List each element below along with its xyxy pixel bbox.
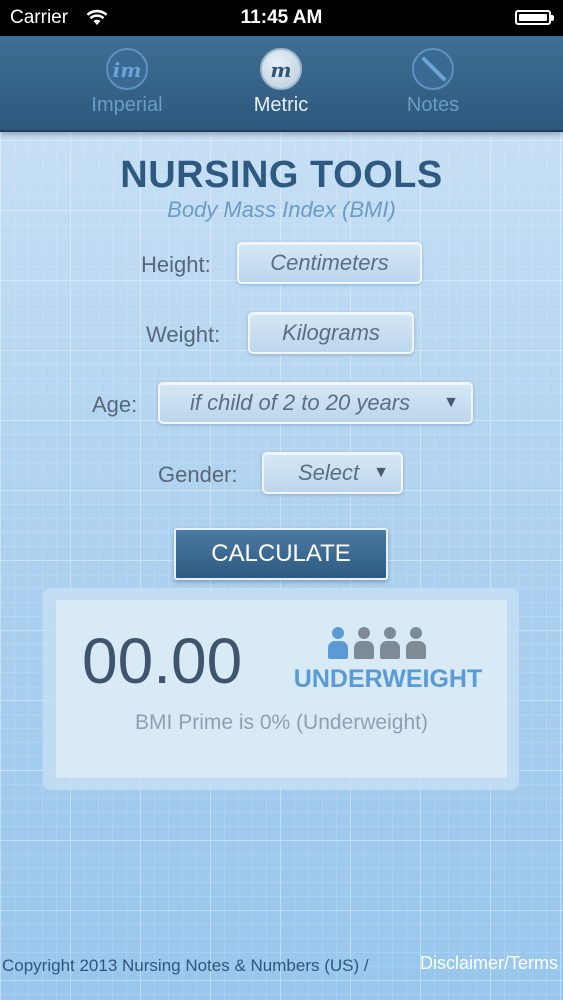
bmi-prime-text: BMI Prime is 0% (Underweight) (135, 711, 428, 734)
weight-category-icon (328, 627, 438, 663)
person-icon (354, 627, 374, 659)
copyright-text: Copyright 2013 Nursing Notes & Numbers (… (2, 956, 369, 975)
page-subtitle: Body Mass Index (BMI) (167, 197, 396, 222)
clock: 11:45 AM (240, 7, 323, 28)
category-label: UNDERWEIGHT (293, 665, 483, 693)
person-icon (380, 627, 400, 659)
tab-metric[interactable]: m Metric (221, 48, 341, 117)
age-select[interactable]: if child of 2 to 20 years ▼ (158, 382, 473, 424)
weight-label: Weight: (146, 322, 221, 347)
chevron-down-icon: ▼ (443, 394, 459, 411)
metric-glyph: m (270, 58, 292, 82)
gender-select[interactable]: Select ▼ (262, 452, 403, 494)
height-label: Height: (141, 252, 211, 277)
tab-bar: im Imperial m Metric Notes (0, 36, 563, 132)
tab-notes[interactable]: Notes (373, 48, 493, 117)
height-field[interactable]: Centimeters (237, 242, 422, 284)
disclaimer-link[interactable]: Disclaimer/Terms (420, 953, 558, 974)
footer: Copyright 2013 Nursing Notes & Numbers (… (0, 953, 563, 981)
weight-placeholder: Kilograms (282, 320, 380, 345)
height-placeholder: Centimeters (270, 250, 389, 275)
imperial-icon: im (106, 48, 148, 90)
age-label: Age: (92, 392, 138, 417)
tab-notes-label: Notes (406, 94, 460, 116)
tab-metric-label: Metric (253, 94, 309, 116)
age-value: if child of 2 to 20 years (190, 390, 411, 415)
imperial-glyph: im (112, 58, 142, 82)
calculate-button[interactable]: CALCULATE (174, 528, 388, 580)
pencil-icon (412, 48, 454, 90)
metric-icon: m (260, 48, 302, 90)
battery-icon (515, 10, 554, 25)
weight-field[interactable]: Kilograms (248, 312, 414, 354)
page-title: NURSING TOOLS (120, 154, 443, 196)
tab-imperial-label: Imperial (91, 94, 163, 116)
status-bar: Carrier 11:45 AM (0, 0, 563, 36)
person-icon (406, 627, 426, 659)
tab-imperial[interactable]: im Imperial (67, 48, 187, 117)
person-icon (328, 627, 348, 659)
bmi-value: 00.00 (82, 625, 243, 697)
chevron-down-icon: ▼ (373, 464, 389, 481)
gender-label: Gender: (158, 462, 238, 487)
